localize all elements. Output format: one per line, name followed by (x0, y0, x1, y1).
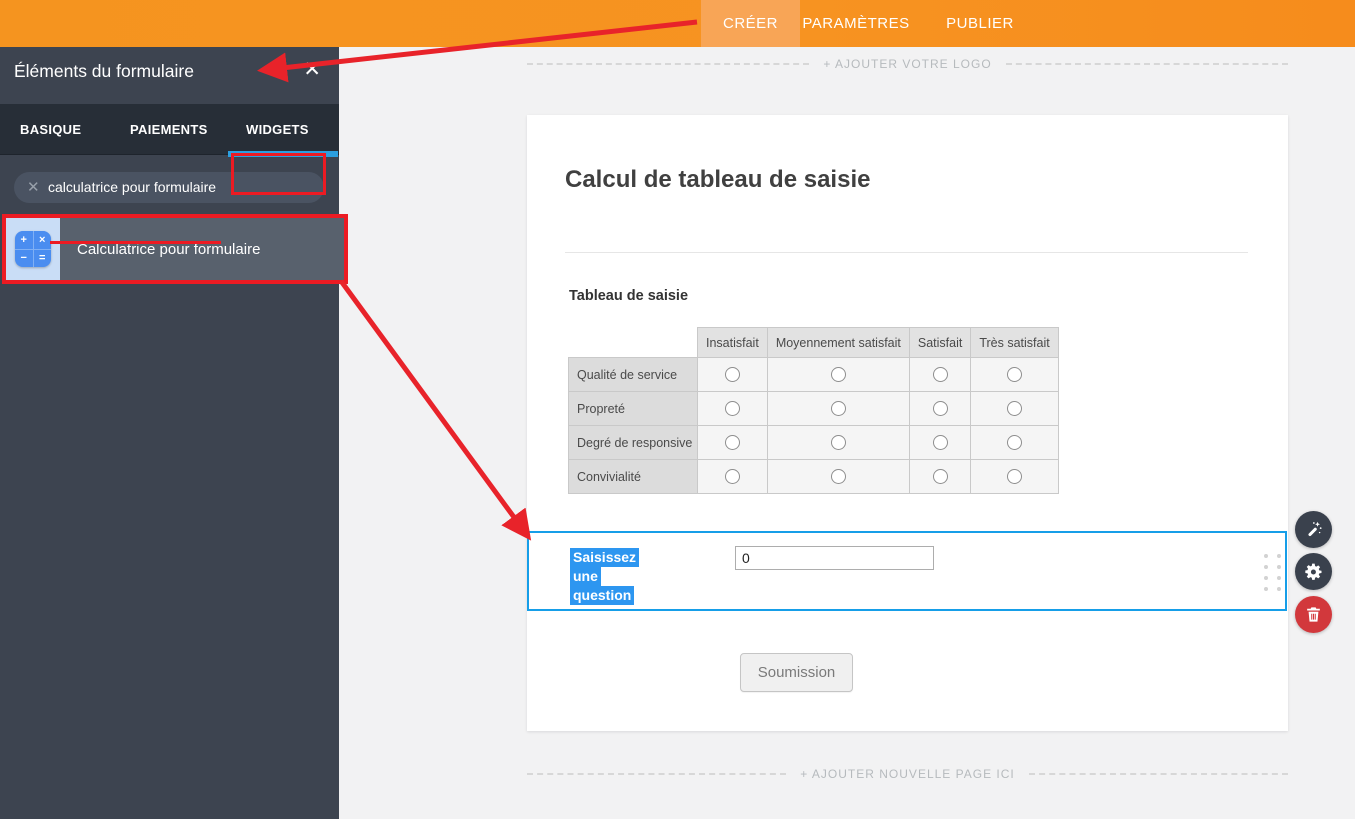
matrix-radio[interactable] (932, 469, 948, 485)
matrix-question-label[interactable]: Tableau de saisie (569, 288, 688, 304)
matrix-row-header: Qualité de service (568, 357, 698, 392)
matrix-cell (970, 459, 1059, 494)
matrix-cell (766, 425, 910, 460)
drag-handle[interactable] (1264, 554, 1281, 591)
matrix-radio[interactable] (1007, 469, 1023, 485)
panel-tabbar: BASIQUE PAIEMENTS WIDGETS (0, 104, 339, 155)
add-logo-row: + AJOUTER VOTRE LOGO (527, 56, 1288, 72)
matrix-corner-cell (568, 327, 698, 358)
matrix-row-header: Convivialité (568, 459, 698, 494)
dashed-divider (1005, 63, 1288, 65)
calc-equals: = (33, 249, 51, 267)
calc-minus: − (15, 249, 33, 267)
close-icon[interactable]: ✕ (303, 59, 321, 80)
matrix-column-header: Satisfait (908, 327, 972, 358)
question-label-selected[interactable]: Saisissez une question (570, 548, 662, 605)
widget-result-calculatrice[interactable]: + × − = Calculatrice pour formulaire (2, 214, 348, 284)
matrix-cell (766, 459, 910, 494)
matrix-radio[interactable] (932, 435, 948, 451)
matrix-cell (908, 459, 972, 494)
matrix-cell (908, 357, 972, 392)
dashed-divider (527, 773, 787, 775)
matrix-row-header: Degré de responsive (568, 425, 698, 460)
matrix-radio[interactable] (724, 367, 740, 383)
panel-title: Éléments du formulaire (14, 61, 194, 81)
matrix-cell (697, 391, 768, 426)
matrix-radio[interactable] (830, 401, 846, 417)
matrix-cell (697, 357, 768, 392)
matrix-row: Degré de responsive (568, 425, 1059, 460)
tab-creer[interactable]: CRÉER (701, 0, 800, 47)
matrix-radio[interactable] (724, 435, 740, 451)
tab-publier[interactable]: PUBLIER (938, 0, 1022, 47)
matrix-cell (697, 459, 768, 494)
magic-wand-icon (1308, 521, 1322, 537)
add-logo-button[interactable]: + AJOUTER VOTRE LOGO (809, 57, 1005, 71)
matrix-radio[interactable] (932, 401, 948, 417)
tab-widgets[interactable]: WIDGETS (246, 104, 309, 155)
calc-multiply: × (33, 231, 51, 249)
matrix-radio[interactable] (724, 401, 740, 417)
add-new-page-button[interactable]: + AJOUTER NOUVELLE PAGE ICI (786, 767, 1029, 781)
matrix-row: Propreté (568, 391, 1059, 426)
matrix-cell (908, 425, 972, 460)
matrix-row-header: Propreté (568, 391, 698, 426)
calculator-value-input[interactable] (735, 546, 934, 570)
submit-button[interactable]: Soumission (740, 653, 853, 692)
matrix-column-header: Moyennement satisfait (766, 327, 910, 358)
form-elements-panel: Éléments du formulaire ✕ BASIQUE PAIEMEN… (0, 47, 348, 819)
matrix-cell (970, 357, 1059, 392)
matrix-cell (697, 425, 768, 460)
matrix-radio[interactable] (1007, 401, 1023, 417)
search-value: calculatrice pour formulaire (48, 179, 217, 195)
matrix-cell (766, 391, 910, 426)
matrix-row: Qualité de service (568, 357, 1059, 392)
selected-calculator-element[interactable]: Saisissez une question (527, 531, 1287, 611)
question-label-text: Saisissez une question (570, 548, 640, 605)
matrix-column-header: Insatisfait (697, 327, 768, 358)
matrix-radio[interactable] (830, 435, 846, 451)
matrix-radio[interactable] (830, 469, 846, 485)
matrix-cell (908, 391, 972, 426)
matrix-table: Insatisfait Moyennement satisfait Satisfai… (568, 327, 1059, 494)
calculator-icon: + × − = (15, 231, 51, 267)
matrix-radio[interactable] (830, 367, 846, 383)
widget-label: Calculatrice pour formulaire (77, 240, 261, 258)
form-divider (565, 252, 1248, 253)
matrix-row: Convivialité (568, 459, 1059, 494)
form-card: Calcul de tableau de saisie Tableau de s… (527, 115, 1288, 731)
matrix-radio[interactable] (724, 469, 740, 485)
active-tab-indicator (228, 151, 338, 157)
add-page-row: + AJOUTER NOUVELLE PAGE ICI (527, 766, 1288, 782)
settings-button[interactable] (1295, 553, 1332, 590)
matrix-radio[interactable] (1007, 367, 1023, 383)
tab-paiements[interactable]: PAIEMENTS (130, 104, 208, 155)
form-title[interactable]: Calcul de tableau de saisie (565, 166, 870, 194)
clear-search-icon[interactable]: ✕ (27, 172, 40, 203)
arrow-to-selected-element (338, 279, 532, 541)
widget-search-input[interactable]: ✕ calculatrice pour formulaire (14, 172, 324, 203)
dashed-divider (1028, 773, 1288, 775)
tab-basique[interactable]: BASIQUE (20, 104, 81, 155)
widget-icon-cell: + × − = (6, 218, 60, 280)
delete-button[interactable] (1295, 596, 1332, 633)
matrix-cell (970, 391, 1059, 426)
gear-icon (1304, 563, 1321, 580)
dashed-divider (527, 63, 810, 65)
matrix-cell (970, 425, 1059, 460)
matrix-column-header: Très satisfait (970, 327, 1059, 358)
trash-icon (1307, 607, 1320, 622)
calc-plus: + (15, 231, 33, 249)
matrix-cell (766, 357, 910, 392)
widget-label-cell: Calculatrice pour formulaire (60, 218, 344, 280)
matrix-radio[interactable] (932, 367, 948, 383)
matrix-radio[interactable] (1007, 435, 1023, 451)
topbar: CRÉER PARAMÈTRES PUBLIER (0, 0, 1355, 47)
tab-parametres[interactable]: PARAMÈTRES (800, 0, 912, 47)
wizard-button[interactable] (1295, 511, 1332, 548)
